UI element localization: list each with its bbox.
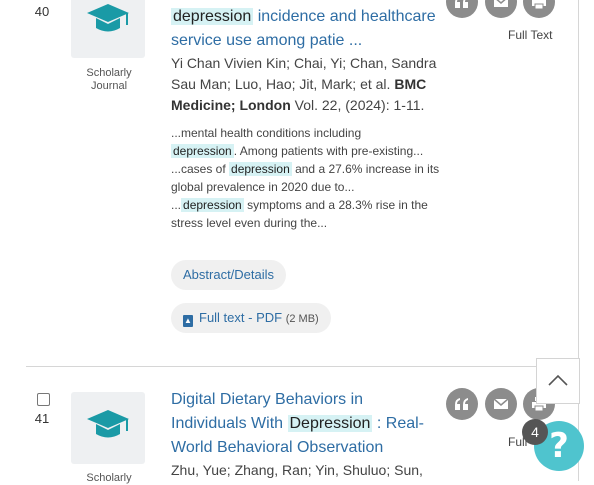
document-type-label: Scholarly Journal (86, 67, 132, 92)
envelope-icon (493, 398, 509, 409)
result-divider (26, 366, 578, 367)
pdf-icon: ▲ (183, 315, 193, 327)
document-type-thumbnail (71, 392, 145, 464)
printer-icon (532, 0, 546, 10)
result-number: 41 (34, 411, 50, 426)
result-title-link[interactable]: depression incidence and healthcare serv… (171, 5, 447, 53)
snippet-text: . Among patients with pre-existing... (233, 144, 424, 158)
snippet-text: ...mental health conditions including (171, 126, 362, 140)
search-term-highlight: depression (171, 144, 234, 158)
full-text-pdf-link[interactable]: ▲ Full text - PDF (2 MB) (171, 303, 331, 333)
search-term-highlight: depression (229, 162, 292, 176)
snippet-text: ...cases of (171, 162, 230, 176)
search-term-highlight: depression (171, 8, 254, 25)
result-title-link[interactable]: Digital Dietary Behaviors in Individuals… (171, 388, 433, 460)
search-term-highlight: Depression (287, 415, 373, 432)
envelope-icon (494, 0, 508, 7)
email-button[interactable] (485, 388, 517, 420)
snippet-text: ... (171, 198, 182, 212)
abstract-details-link[interactable]: Abstract/Details (171, 260, 287, 290)
quote-icon (455, 0, 468, 8)
pdf-label: Full text - PDF (199, 310, 283, 325)
search-term-highlight: depression (181, 198, 244, 212)
cite-button[interactable] (446, 388, 478, 420)
result-snippet: ...mental health conditions including dep… (171, 124, 446, 232)
notification-badge: 4 (522, 419, 548, 445)
document-type-thumbnail (71, 0, 145, 58)
graduation-cap-icon (87, 410, 129, 438)
pdf-size: (2 MB) (285, 313, 319, 325)
full-text-link[interactable]: Full Text (508, 28, 552, 42)
scroll-to-top-button[interactable] (536, 358, 580, 404)
quote-icon (455, 398, 468, 410)
graduation-cap-icon (87, 4, 129, 32)
chevron-up-icon (548, 374, 568, 386)
snippet-line: ... depression symptoms and a 28.3% rise … (171, 196, 446, 232)
result-citation: Yi Chan Vivien Kin; Chai, Yi; Chan, Sand… (171, 53, 439, 116)
select-result-checkbox[interactable] (37, 393, 50, 406)
snippet-line: ...cases of depression and a 27.6% incre… (171, 160, 446, 196)
result-number: 40 (34, 4, 50, 19)
authors: Zhu, Yue; Zhang, Ran; Yin, Shuluo; Sun, (171, 462, 423, 478)
volume-info: Vol. 22, (2024): 1-11. (290, 97, 425, 113)
document-type-label: Scholarly (86, 472, 132, 484)
snippet-line: ...mental health conditions including dep… (171, 124, 446, 160)
